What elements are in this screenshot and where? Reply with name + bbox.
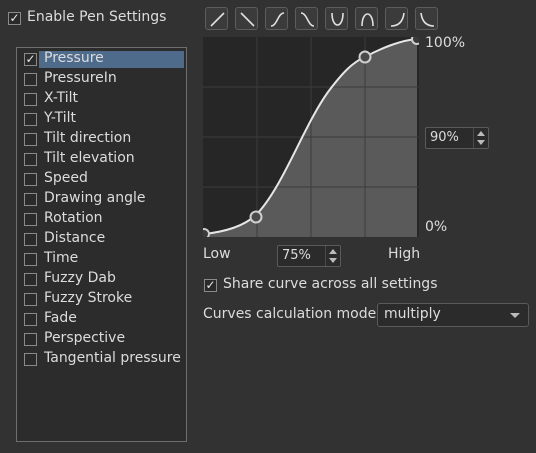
linear-curve-icon <box>210 12 225 27</box>
reverse-j-curve-icon <box>420 12 435 27</box>
curve-preset-button[interactable] <box>265 7 288 30</box>
enable-pen-settings-label: Enable Pen Settings <box>27 9 167 25</box>
curve-point-high[interactable] <box>358 50 372 64</box>
calc-mode-value: multiply <box>384 306 441 322</box>
reverse-linear-curve-icon <box>240 12 255 27</box>
sensor-item[interactable]: X-Tilt <box>17 89 186 109</box>
x-value-text: 75% <box>282 248 311 263</box>
sensor-checkbox[interactable] <box>24 273 37 286</box>
y-max-label: 100% <box>425 35 466 51</box>
calc-mode-dropdown[interactable]: multiply <box>377 303 529 327</box>
spin-down-icon[interactable] <box>477 140 485 145</box>
sensor-label: Tilt elevation <box>44 150 135 166</box>
spin-up-icon[interactable] <box>477 131 485 136</box>
chevron-down-icon <box>510 313 520 318</box>
sensor-item[interactable]: Tilt direction <box>17 129 186 149</box>
sensor-checkbox[interactable] <box>24 93 37 106</box>
sensor-label: Y-Tilt <box>44 110 77 126</box>
y-spin-arrows[interactable] <box>473 128 488 148</box>
curve-preset-button[interactable] <box>325 7 348 30</box>
sensor-item[interactable]: Tilt elevation <box>17 149 186 169</box>
sensor-checkbox[interactable] <box>24 333 37 346</box>
sensor-checkbox[interactable] <box>24 353 37 366</box>
sensor-item[interactable]: Speed <box>17 169 186 189</box>
sensor-checkbox[interactable] <box>24 313 37 326</box>
enable-pen-settings-checkbox[interactable]: ✓ <box>8 12 21 25</box>
sensor-item[interactable]: Tangential pressure <box>17 349 186 369</box>
reverse-s-curve-icon <box>300 12 315 27</box>
sensor-item[interactable]: Drawing angle <box>17 189 186 209</box>
sensor-label: X-Tilt <box>44 90 79 106</box>
sensor-checkbox[interactable] <box>24 133 37 146</box>
spin-up-icon[interactable] <box>329 249 337 254</box>
j-curve-icon <box>390 12 405 27</box>
x-max-label: High <box>388 246 421 262</box>
y-min-label: 0% <box>425 219 448 235</box>
sensor-checkbox[interactable] <box>24 213 37 226</box>
sensor-item[interactable]: Perspective <box>17 329 186 349</box>
curve-point-end[interactable] <box>411 37 419 45</box>
sensor-checkbox[interactable] <box>24 253 37 266</box>
sensor-item[interactable]: ✓ Pressure <box>17 49 186 69</box>
sensor-checkbox[interactable] <box>24 233 37 246</box>
curve-preset-button[interactable] <box>385 7 408 30</box>
x-min-label: Low <box>203 246 231 262</box>
sensor-checkbox[interactable]: ✓ <box>24 53 37 66</box>
sensor-item[interactable]: Fuzzy Stroke <box>17 289 186 309</box>
sensor-label: PressureIn <box>44 70 117 86</box>
sensor-label: Distance <box>44 230 106 246</box>
sensor-checkbox[interactable] <box>24 193 37 206</box>
share-curve-label: Share curve across all settings <box>223 276 438 292</box>
sensor-label: Pressure <box>44 50 104 66</box>
sensor-item[interactable]: Y-Tilt <box>17 109 186 129</box>
curve-preset-button[interactable] <box>355 7 378 30</box>
y-value-spinbox[interactable]: 90% <box>425 127 489 149</box>
calc-mode-label: Curves calculation mode: <box>203 306 381 322</box>
sensor-list[interactable]: ✓ Pressure PressureIn X-Tilt Y-Tilt Tilt dire… <box>16 47 187 442</box>
concave-curve-icon <box>361 13 374 27</box>
sensor-label: Tilt direction <box>44 130 132 146</box>
y-value-text: 90% <box>430 130 459 145</box>
sensor-checkbox[interactable] <box>24 113 37 126</box>
sensor-label: Drawing angle <box>44 190 146 206</box>
sensor-item[interactable]: Time <box>17 249 186 269</box>
x-spin-arrows[interactable] <box>325 246 340 266</box>
curve-preset-button[interactable] <box>235 7 258 30</box>
sensor-label: Rotation <box>44 210 103 226</box>
sensor-label: Fuzzy Dab <box>44 270 116 286</box>
s-curve-icon <box>270 12 285 27</box>
x-value-spinbox[interactable]: 75% <box>277 245 341 267</box>
curve-preset-button[interactable] <box>415 7 438 30</box>
sensor-label: Time <box>44 250 79 266</box>
sensor-label: Fuzzy Stroke <box>44 290 133 306</box>
sensor-item[interactable]: Distance <box>17 229 186 249</box>
sensor-checkbox[interactable] <box>24 153 37 166</box>
convex-curve-icon <box>331 12 344 26</box>
share-curve-checkbox[interactable]: ✓ <box>204 279 217 292</box>
sensor-label: Perspective <box>44 330 126 346</box>
sensor-item[interactable]: Fuzzy Dab <box>17 269 186 289</box>
sensor-label: Fade <box>44 310 77 326</box>
spin-down-icon[interactable] <box>329 258 337 263</box>
curve-preset-button[interactable] <box>295 7 318 30</box>
sensor-item[interactable]: Fade <box>17 309 186 329</box>
curve-point-start[interactable] <box>203 228 210 237</box>
sensor-checkbox[interactable] <box>24 173 37 186</box>
sensor-label: Speed <box>44 170 88 186</box>
curve-point-low[interactable] <box>249 210 263 224</box>
curve-preset-button[interactable] <box>205 7 228 30</box>
sensor-checkbox[interactable] <box>24 73 37 86</box>
sensor-item[interactable]: PressureIn <box>17 69 186 89</box>
curve-editor[interactable] <box>203 37 419 237</box>
sensor-checkbox[interactable] <box>24 293 37 306</box>
sensor-label: Tangential pressure <box>44 350 181 366</box>
sensor-item[interactable]: Rotation <box>17 209 186 229</box>
